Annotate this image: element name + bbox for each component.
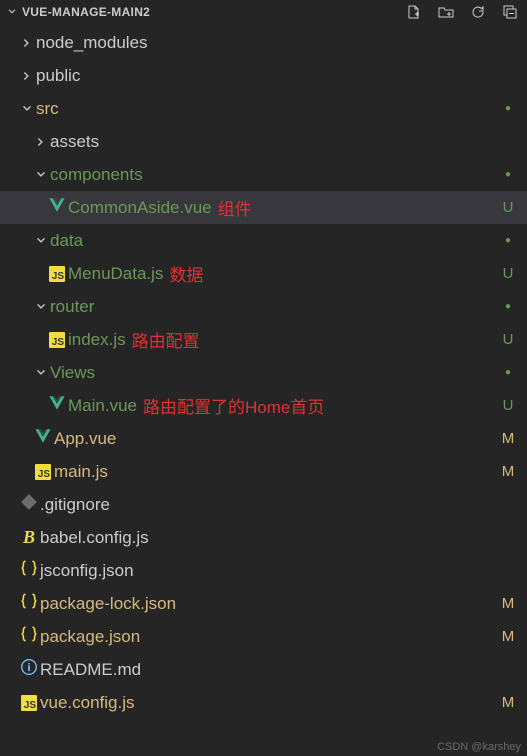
chevron-right-icon[interactable] xyxy=(18,69,36,83)
file-row[interactable]: package-lock.json M xyxy=(0,587,527,620)
file-label: jsconfig.json xyxy=(40,561,134,581)
explorer-header: VUE-MANAGE-MAIN2 xyxy=(0,0,527,24)
file-label: package.json xyxy=(40,627,140,647)
folder-label: node_modules xyxy=(36,33,148,53)
annotation: 组件 xyxy=(218,195,252,220)
file-row[interactable]: Main.vue 路由配置了的Home首页 U xyxy=(0,389,527,422)
vue-icon xyxy=(48,394,66,417)
babel-icon: B xyxy=(23,527,35,548)
git-status-badge: M xyxy=(499,463,517,480)
chevron-down-icon[interactable] xyxy=(32,234,50,248)
file-row[interactable]: JSindex.js 路由配置 U xyxy=(0,323,527,356)
file-tree: node_modulespublic src ● assets components ● C… xyxy=(0,24,527,719)
file-row[interactable]: CommonAside.vue 组件 U xyxy=(0,191,527,224)
chevron-right-icon[interactable] xyxy=(18,36,36,50)
annotation: 路由配置 xyxy=(132,327,200,352)
file-row[interactable]: jsconfig.json xyxy=(0,554,527,587)
chevron-down-icon[interactable] xyxy=(32,300,50,314)
git-status-badge: U xyxy=(499,331,517,348)
git-status-badge: U xyxy=(499,265,517,282)
file-label: index.js xyxy=(68,330,126,350)
project-title: VUE-MANAGE-MAIN2 xyxy=(20,5,405,19)
folder-row[interactable]: src ● xyxy=(0,92,527,125)
js-icon: JS xyxy=(21,695,37,711)
git-status-badge: M xyxy=(499,694,517,711)
git-status-badge: U xyxy=(499,199,517,216)
folder-row[interactable]: public xyxy=(0,59,527,92)
folder-label: components xyxy=(50,165,143,185)
file-label: CommonAside.vue xyxy=(68,198,212,218)
folder-row[interactable]: router ● xyxy=(0,290,527,323)
git-status-badge: M xyxy=(499,430,517,447)
folder-label: src xyxy=(36,99,59,119)
folder-label: Views xyxy=(50,363,95,383)
folder-row[interactable]: Views ● xyxy=(0,356,527,389)
file-label: vue.config.js xyxy=(40,693,135,713)
header-actions xyxy=(405,3,523,21)
file-row[interactable]: .gitignore xyxy=(0,488,527,521)
folder-label: public xyxy=(36,66,80,86)
file-row[interactable]: JSmain.js M xyxy=(0,455,527,488)
annotation: 路由配置了的Home首页 xyxy=(143,393,324,418)
file-label: babel.config.js xyxy=(40,528,149,548)
git-status-dot: ● xyxy=(499,103,517,114)
json-icon xyxy=(20,592,38,615)
js-icon: JS xyxy=(49,332,65,348)
folder-row[interactable]: node_modules xyxy=(0,26,527,59)
git-status-dot: ● xyxy=(499,367,517,378)
chevron-right-icon[interactable] xyxy=(32,135,50,149)
file-label: .gitignore xyxy=(40,495,110,515)
git-status-dot: ● xyxy=(499,235,517,246)
chevron-down-icon[interactable] xyxy=(32,366,50,380)
git-status-dot: ● xyxy=(499,301,517,312)
vue-icon xyxy=(48,196,66,219)
new-folder-icon[interactable] xyxy=(437,3,455,21)
file-row[interactable]: App.vue M xyxy=(0,422,527,455)
chevron-down-icon[interactable] xyxy=(18,102,36,116)
vue-icon xyxy=(34,427,52,450)
collapse-all-icon[interactable] xyxy=(501,3,519,21)
folder-label: router xyxy=(50,297,94,317)
file-row[interactable]: JSMenuData.js 数据 U xyxy=(0,257,527,290)
file-label: package-lock.json xyxy=(40,594,176,614)
js-icon: JS xyxy=(49,266,65,282)
chevron-down-icon[interactable] xyxy=(4,6,20,18)
watermark: CSDN @karshey xyxy=(437,741,521,753)
git-status-badge: U xyxy=(499,397,517,414)
json-icon xyxy=(20,625,38,648)
folder-row[interactable]: assets xyxy=(0,125,527,158)
new-file-icon[interactable] xyxy=(405,3,423,21)
file-row[interactable]: JSvue.config.js M xyxy=(0,686,527,719)
chevron-down-icon[interactable] xyxy=(32,168,50,182)
info-icon xyxy=(20,658,38,681)
file-label: App.vue xyxy=(54,429,116,449)
folder-row[interactable]: data ● xyxy=(0,224,527,257)
file-label: main.js xyxy=(54,462,108,482)
js-icon: JS xyxy=(35,464,51,480)
git-status-badge: M xyxy=(499,628,517,645)
file-label: Main.vue xyxy=(68,396,137,416)
file-row[interactable]: package.json M xyxy=(0,620,527,653)
annotation: 数据 xyxy=(169,261,203,286)
git-icon xyxy=(20,493,38,516)
folder-row[interactable]: components ● xyxy=(0,158,527,191)
json-icon xyxy=(20,559,38,582)
git-status-dot: ● xyxy=(499,169,517,180)
folder-label: data xyxy=(50,231,83,251)
folder-label: assets xyxy=(50,132,99,152)
git-status-badge: M xyxy=(499,595,517,612)
file-label: README.md xyxy=(40,660,141,680)
file-label: MenuData.js xyxy=(68,264,163,284)
file-row[interactable]: Bbabel.config.js xyxy=(0,521,527,554)
file-row[interactable]: README.md xyxy=(0,653,527,686)
refresh-icon[interactable] xyxy=(469,3,487,21)
